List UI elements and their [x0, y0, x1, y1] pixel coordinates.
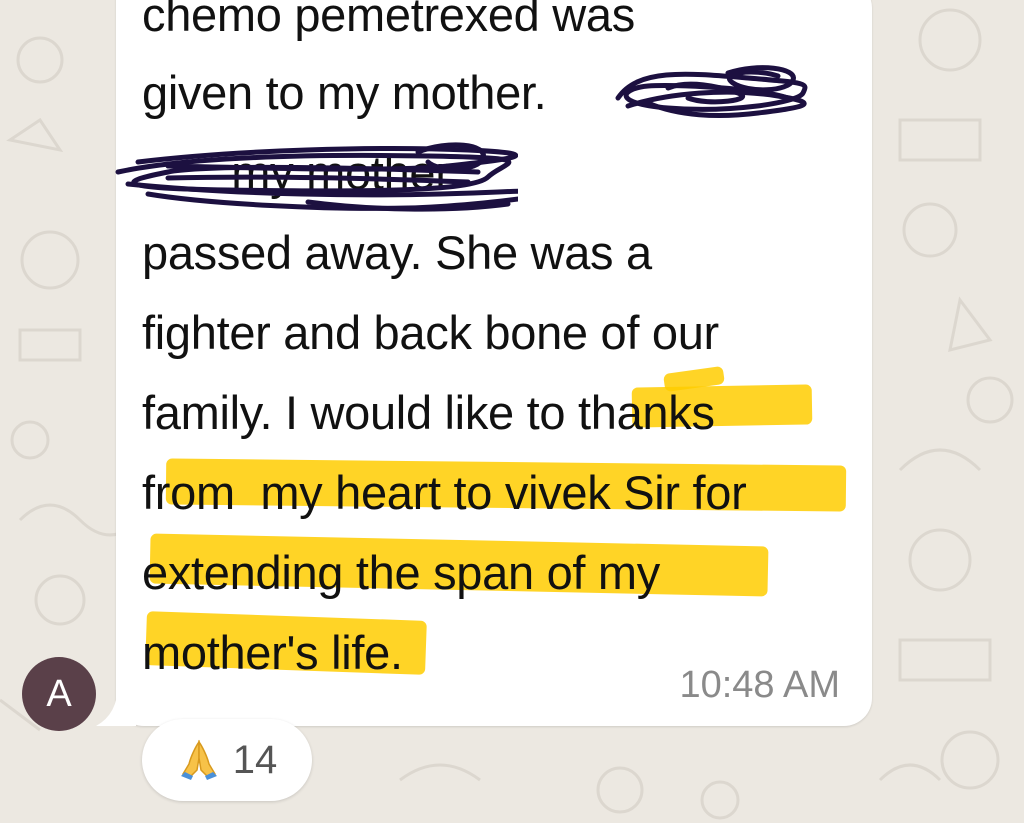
- reaction-count: 14: [232, 737, 278, 782]
- message-line: mother's life.: [142, 626, 403, 679]
- message-line: extending the span of my: [142, 546, 660, 599]
- sender-avatar[interactable]: A: [22, 657, 96, 731]
- message-line: chemo pemetrexed was: [142, 0, 635, 41]
- redaction-scribble: [115, 142, 518, 212]
- message-line: family. I would like to thanks: [142, 386, 715, 439]
- message-line: fighter and back bone of our: [142, 306, 719, 359]
- redaction-scribble: [615, 65, 808, 118]
- message-line: passed away. She was a: [142, 226, 652, 279]
- message-bubble-tail: [96, 684, 136, 726]
- reaction-pill[interactable]: 14: [142, 719, 312, 801]
- message-line: from my heart to vivek Sir for: [142, 466, 747, 519]
- folded-hands-icon: [180, 739, 217, 780]
- message-line: given to my mother.: [142, 66, 560, 119]
- message-timestamp: 10:48 AM: [679, 664, 840, 706]
